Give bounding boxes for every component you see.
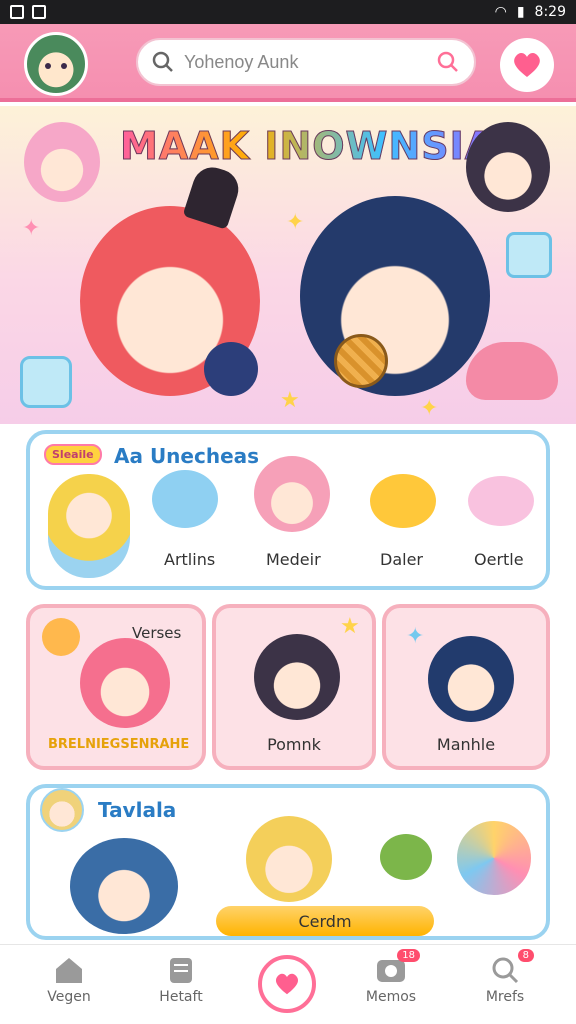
sparkle-icon: ✦ <box>22 216 41 241</box>
sparkle-icon: ★ <box>280 388 300 413</box>
card-title: Tavlala <box>98 798 177 822</box>
hero-banner[interactable]: MAAK INOWNSIA! ✦ ✦ ★ ✦ <box>0 106 576 424</box>
avatar-small <box>40 788 84 832</box>
search-icon <box>492 957 519 984</box>
notes-icon <box>170 958 192 983</box>
yellow-blob-icon[interactable] <box>370 474 436 528</box>
item-label-1: Artlins <box>164 550 216 569</box>
item-label-4: Oertle <box>474 550 524 569</box>
search-submit-icon[interactable] <box>436 50 460 74</box>
sparkle-icon: ✦ <box>286 210 305 235</box>
nav-favorites-button[interactable] <box>258 955 316 1013</box>
blue-hair-character <box>300 196 490 396</box>
jar-icon <box>20 356 72 408</box>
nav-label: Mrefs <box>485 989 525 1005</box>
tile-name: Manhle <box>436 735 496 754</box>
card-tag: Sleaile <box>44 444 102 465</box>
tile-name: Pomnk <box>267 735 321 754</box>
nav-hetaft[interactable]: Hetaft <box>126 955 236 1005</box>
pink-hair-girl <box>80 638 170 728</box>
green-blob-icon <box>380 834 432 880</box>
profile-avatar[interactable] <box>24 32 88 96</box>
dark-hair-boy <box>254 634 340 720</box>
tile-caption: BRELNIEGSENRAHE <box>48 737 190 752</box>
blue-blob-icon[interactable] <box>152 470 218 528</box>
search-placeholder: Yohenoy Aunk <box>184 51 299 72</box>
status-time: 8:29 <box>534 4 566 20</box>
item-label-2: Medeir <box>266 550 321 569</box>
blonde-cat-girl <box>246 816 332 902</box>
confirm-button[interactable]: Cerdm <box>216 906 434 936</box>
bottom-nav: Vegen Hetaft 18 Memos 8 Mrefs <box>0 944 576 1024</box>
item-label-3: Daler <box>380 550 423 569</box>
status-left-icons <box>10 5 46 19</box>
app-header: Yohenoy Aunk <box>0 24 576 102</box>
hero-title: MAAK INOWNSIA! <box>120 124 514 169</box>
pink-blob-icon[interactable] <box>468 476 534 526</box>
pink-hair-character[interactable] <box>254 456 330 532</box>
navy-hair-boy <box>428 636 514 722</box>
pink-hair-character-small <box>24 122 100 202</box>
home-icon <box>56 958 82 983</box>
planet-ball-icon <box>204 342 258 396</box>
dark-hair-character-small <box>466 122 550 212</box>
card-title: Aa Unecheas <box>114 444 260 468</box>
nav-label: Hetaft <box>159 989 203 1005</box>
status-right: ◠ ▮ 8:29 <box>495 4 566 20</box>
favorites-button[interactable] <box>500 38 554 92</box>
tile-pomnk[interactable]: ★ Pomnk <box>212 604 376 770</box>
featured-card[interactable]: Tavlala Cerdm <box>26 784 550 940</box>
nav-home[interactable]: Vegen <box>14 955 124 1005</box>
status-bar: ◠ ▮ 8:29 <box>0 0 576 24</box>
character-list-card[interactable]: Sleaile Aa Unecheas Artlins Medeir Daler… <box>26 430 550 590</box>
search-icon <box>152 51 173 72</box>
smile-sun-icon <box>42 618 80 656</box>
blonde-character[interactable] <box>48 474 130 578</box>
sparkle-icon: ✦ <box>406 624 425 649</box>
jar-icon-2 <box>506 232 552 278</box>
blue-hair-girl <box>70 838 178 934</box>
tile-label: Verses <box>132 624 182 642</box>
nav-label: Memos <box>365 989 417 1005</box>
nav-memos[interactable]: 18 Memos <box>336 949 446 1005</box>
nav-label: Vegen <box>47 989 91 1005</box>
star-icon: ★ <box>340 614 360 639</box>
signal-icon: ▮ <box>516 4 525 20</box>
search-bar[interactable]: Yohenoy Aunk <box>136 38 476 86</box>
dessert-icon <box>466 342 558 400</box>
memos-badge: 18 <box>397 949 420 962</box>
orb-icon[interactable] <box>454 818 534 898</box>
heart-icon <box>275 973 299 995</box>
tile-manhle[interactable]: ✦ Manhle <box>382 604 550 770</box>
image-icon <box>32 5 46 19</box>
wifi-icon: ◠ <box>494 4 507 20</box>
tile-verses[interactable]: Verses BRELNIEGSENRAHE <box>26 604 206 770</box>
sparkle-icon: ✦ <box>420 396 439 421</box>
notification-icon <box>10 5 24 19</box>
heart-icon <box>514 53 540 77</box>
mrefs-badge: 8 <box>517 949 534 962</box>
nav-mrefs[interactable]: 8 Mrefs <box>450 949 560 1005</box>
waffle-icon <box>334 334 388 388</box>
